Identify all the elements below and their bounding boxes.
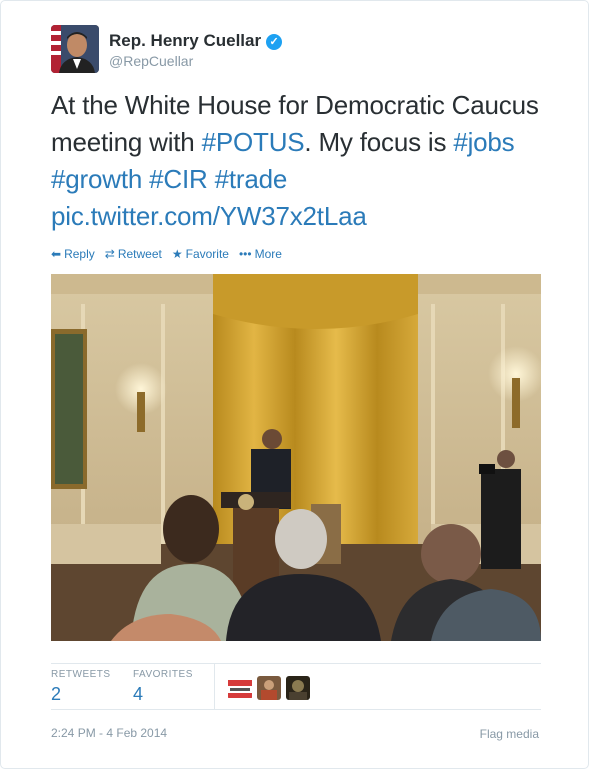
hashtag-jobs[interactable]: #jobs <box>453 127 514 157</box>
favoriter-avatar[interactable] <box>228 676 252 700</box>
retweet-label: Retweet <box>117 247 162 261</box>
tweet-photo[interactable] <box>51 274 541 641</box>
hashtag-trade[interactable]: #trade <box>215 164 288 194</box>
more-dots-icon: ••• <box>238 247 252 261</box>
more-label: More <box>254 247 282 261</box>
pic-link[interactable]: pic.twitter.com/YW37x2tLaa <box>51 201 367 231</box>
hashtag-potus[interactable]: #POTUS <box>202 127 305 157</box>
retweet-button[interactable]: ⇄ Retweet <box>105 247 162 261</box>
favoriter-avatar[interactable] <box>286 676 310 700</box>
tweet-timestamp[interactable]: 2:24 PM - 4 Feb 2014 <box>51 726 167 740</box>
tweet-text: At the White House for Democratic Caucus… <box>51 87 551 235</box>
flag-media-link[interactable]: Flag media <box>480 727 539 741</box>
verified-badge-icon: ✓ <box>266 34 283 50</box>
divider <box>51 663 541 664</box>
favorite-star-icon: ★ <box>171 247 183 261</box>
tweet-card: Rep. Henry Cuellar ✓ @RepCuellar At the W… <box>0 0 589 769</box>
user-handle[interactable]: @RepCuellar <box>109 53 193 69</box>
favoriter-avatar[interactable] <box>257 676 281 700</box>
favorites-count[interactable]: 4 <box>133 684 193 705</box>
favorites-label: FAVORITES <box>133 669 193 680</box>
stats-divider <box>214 663 215 709</box>
retweets-label: RETWEETS <box>51 669 111 680</box>
hashtag-growth[interactable]: #growth <box>51 164 142 194</box>
tweet-text-space <box>208 164 215 194</box>
avatar[interactable] <box>51 25 99 73</box>
retweet-icon: ⇄ <box>104 247 115 261</box>
tweet-actions: ⬅ Reply ⇄ Retweet ★ Favorite ••• More <box>51 247 282 261</box>
favorite-label: Favorite <box>185 247 229 261</box>
reply-label: Reply <box>64 247 95 261</box>
retweets-stat[interactable]: RETWEETS 2 <box>51 669 111 705</box>
favorites-stat[interactable]: FAVORITES 4 <box>133 669 193 705</box>
more-button[interactable]: ••• More <box>239 247 282 261</box>
retweets-count[interactable]: 2 <box>51 684 111 705</box>
tweet-text-segment: . My focus is <box>304 127 454 157</box>
divider <box>51 709 541 710</box>
hashtag-cir[interactable]: #CIR <box>149 164 208 194</box>
reply-icon: ⬅ <box>51 247 62 261</box>
favorite-button[interactable]: ★ Favorite <box>172 247 229 261</box>
display-name-text[interactable]: Rep. Henry Cuellar <box>109 31 261 50</box>
display-name[interactable]: Rep. Henry Cuellar ✓ <box>109 31 283 51</box>
reply-button[interactable]: ⬅ Reply <box>51 247 95 261</box>
